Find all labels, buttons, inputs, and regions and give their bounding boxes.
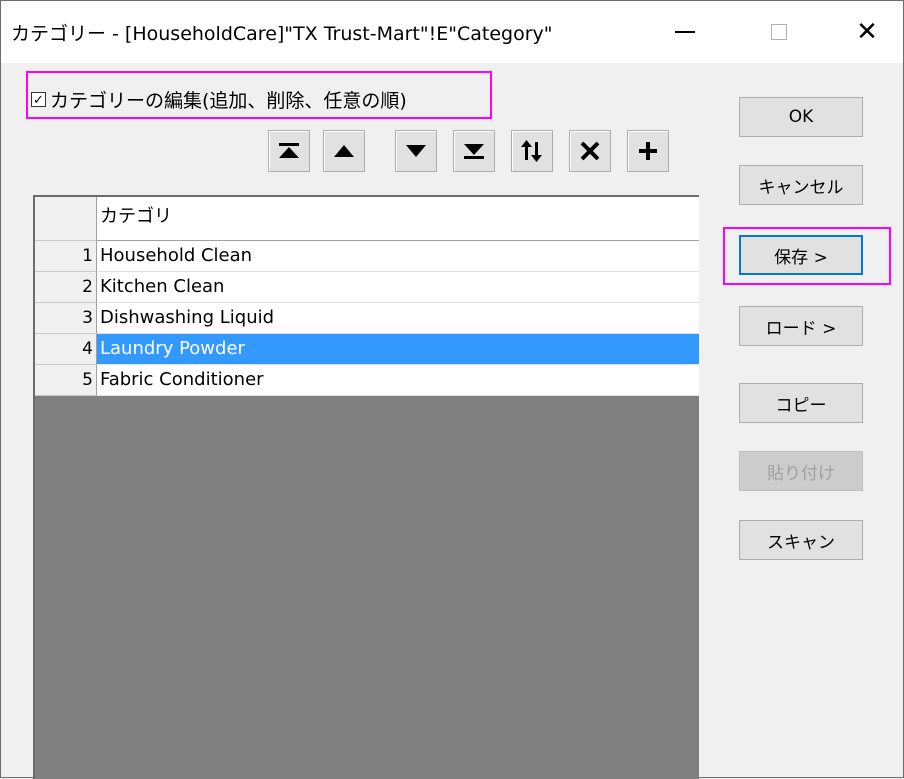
- save-button[interactable]: 保存 >: [739, 235, 863, 275]
- close-icon: ✕: [856, 17, 878, 47]
- edit-categories-label: カテゴリーの編集(追加、削除、任意の順): [50, 89, 407, 112]
- row-number[interactable]: 3: [35, 303, 97, 334]
- reverse-order-icon: [521, 140, 542, 162]
- edit-categories-checkbox[interactable]: ✓: [31, 91, 46, 108]
- category-dialog: カテゴリー - [HouseholdCare]"TX Trust-Mart"!E…: [0, 0, 904, 779]
- move-up-icon: [334, 145, 354, 157]
- row-number[interactable]: 4: [35, 334, 97, 365]
- move-to-bottom-button[interactable]: [453, 130, 495, 172]
- table-row[interactable]: 3 Dishwashing Liquid: [35, 303, 699, 334]
- move-down-icon: [406, 145, 426, 157]
- minimize-button[interactable]: [649, 1, 721, 63]
- row-number[interactable]: 2: [35, 272, 97, 303]
- move-down-button[interactable]: [395, 130, 437, 172]
- move-to-top-button[interactable]: [268, 130, 310, 172]
- load-button[interactable]: ロード >: [739, 306, 863, 346]
- category-cell[interactable]: Fabric Conditioner: [97, 365, 699, 396]
- copy-button[interactable]: コピー: [739, 383, 863, 423]
- scan-button[interactable]: スキャン: [739, 520, 863, 560]
- add-button[interactable]: [627, 130, 669, 172]
- maximize-button: [743, 1, 815, 63]
- paste-button[interactable]: 貼り付け: [739, 451, 863, 491]
- grid-header-row: カテゴリ: [35, 197, 699, 241]
- category-grid[interactable]: カテゴリ 1 Household Clean 2 Kitchen Clean 3…: [33, 195, 699, 779]
- row-number[interactable]: 1: [35, 241, 97, 272]
- title-bar[interactable]: カテゴリー - [HouseholdCare]"TX Trust-Mart"!E…: [1, 1, 903, 63]
- edit-categories-checkbox-row[interactable]: ✓ カテゴリーの編集(追加、削除、任意の順): [31, 83, 407, 115]
- delete-button[interactable]: [569, 130, 611, 172]
- ok-button[interactable]: OK: [739, 97, 863, 137]
- move-to-bottom-icon: [464, 144, 484, 159]
- cancel-button[interactable]: キャンセル: [739, 165, 863, 205]
- move-up-button[interactable]: [323, 130, 365, 172]
- column-header-category[interactable]: カテゴリ: [97, 197, 699, 241]
- minimize-icon: [675, 31, 695, 33]
- grid-corner: [35, 197, 97, 241]
- table-row[interactable]: 2 Kitchen Clean: [35, 272, 699, 303]
- add-icon: [639, 142, 657, 160]
- reverse-order-button[interactable]: [511, 130, 553, 172]
- category-cell[interactable]: Dishwashing Liquid: [97, 303, 699, 334]
- table-row-selected[interactable]: 4 Laundry Powder: [35, 334, 699, 365]
- move-to-top-icon: [279, 143, 299, 158]
- window-title: カテゴリー - [HouseholdCare]"TX Trust-Mart"!E…: [11, 23, 553, 45]
- table-row[interactable]: 5 Fabric Conditioner: [35, 365, 699, 396]
- category-cell-selected[interactable]: Laundry Powder: [97, 334, 699, 365]
- table-row[interactable]: 1 Household Clean: [35, 241, 699, 272]
- maximize-icon: [771, 24, 787, 40]
- close-button[interactable]: ✕: [831, 1, 903, 63]
- category-cell[interactable]: Kitchen Clean: [97, 272, 699, 303]
- delete-icon: [580, 141, 600, 161]
- row-number[interactable]: 5: [35, 365, 97, 396]
- category-cell[interactable]: Household Clean: [97, 241, 699, 272]
